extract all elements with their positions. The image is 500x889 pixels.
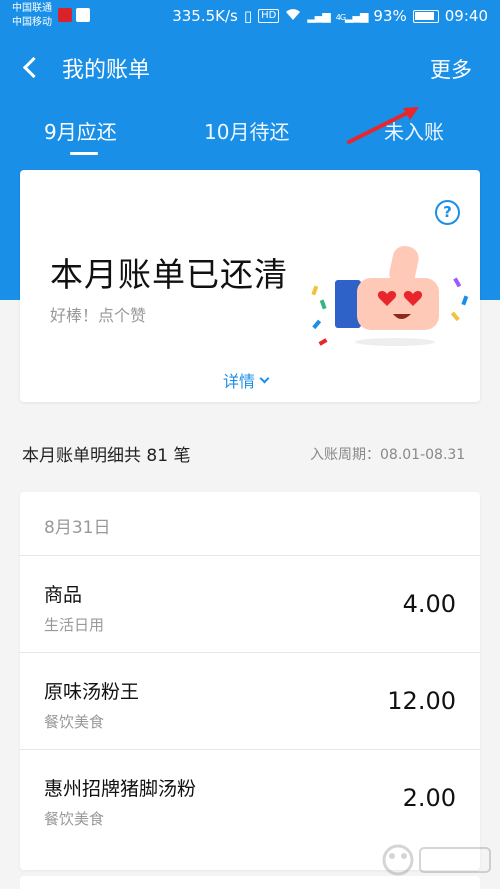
amount: 12.00	[387, 687, 456, 715]
category-label: 餐饮美食	[44, 810, 105, 828]
tab-september-due[interactable]: 9月应还	[44, 116, 117, 145]
category-label: 生活日用	[44, 616, 105, 634]
merchant-name: 惠州招牌猪脚汤粉	[44, 778, 197, 800]
carrier-2: 中国移动	[12, 17, 52, 28]
carrier-info: 中国联通 中国移动	[12, 2, 52, 30]
thumbs-up-emoji-icon	[311, 245, 469, 346]
list-item[interactable]: 惠州招牌猪脚汤粉 餐饮美食 2.00	[20, 750, 480, 847]
more-button[interactable]: 更多	[430, 54, 472, 84]
amount: 4.00	[402, 590, 456, 618]
carrier-1: 中国联通	[12, 3, 52, 14]
merchant-name: 商品	[44, 584, 83, 606]
praise-text: 好棒！点个赞	[50, 306, 147, 325]
clock: 09:40	[444, 7, 488, 25]
app-notification-icon	[58, 8, 72, 22]
signal-icon: ▂▄▆	[307, 9, 330, 23]
hd-icon: HD	[258, 9, 280, 23]
battery-icon	[412, 9, 439, 23]
detail-label: 详情	[223, 372, 256, 391]
list-item[interactable]: 原味汤粉王 餐饮美食 12.00	[20, 653, 480, 750]
status-right: 335.5K/s ▯ HD ▂▄▆ 4G▂▄▆ 93% 09:40	[172, 7, 488, 25]
app-notification-icon	[76, 8, 90, 22]
bill-count: 本月账单明细共 81 笔	[22, 446, 191, 466]
date-label: 8月31日	[44, 518, 111, 538]
chevron-down-icon	[259, 373, 270, 383]
help-circle-icon[interactable]: ?	[435, 200, 460, 225]
detail-toggle[interactable]: 详情	[223, 368, 270, 392]
back-arrow-icon[interactable]	[16, 52, 46, 82]
bill-status-card: ? 本月账单已还清 好棒！点个赞 详情	[20, 170, 480, 402]
page-title: 我的账单	[62, 58, 151, 83]
list-item[interactable]: 商品 生活日用 4.00	[20, 556, 480, 653]
date-header: 8月31日	[20, 492, 480, 556]
transaction-list: 8月31日 商品 生活日用 4.00 原味汤粉王 餐饮美食 12.00 惠州招牌…	[20, 492, 480, 870]
battery-percent: 93%	[373, 7, 407, 25]
signal-4g-icon: 4G▂▄▆	[335, 9, 369, 23]
bill-paid-status: 本月账单已还清	[50, 255, 288, 294]
vibrate-icon: ▯	[243, 7, 253, 25]
status-bar: 中国联通 中国移动 335.5K/s ▯ HD ▂▄▆ 4G▂▄▆ 93% 09…	[0, 0, 500, 34]
category-label: 餐饮美食	[44, 713, 105, 731]
merchant-name: 原味汤粉王	[44, 681, 140, 703]
billing-period: 入账周期：08.01-08.31	[310, 447, 466, 463]
annotation-arrow-icon	[347, 107, 419, 144]
tab-indicator	[70, 152, 98, 155]
baidu-watermark-icon	[382, 844, 491, 876]
network-speed: 335.5K/s	[172, 7, 238, 25]
wifi-icon	[285, 7, 301, 25]
notification-icons	[58, 8, 90, 22]
tab-october-pending[interactable]: 10月待还	[204, 116, 289, 145]
amount: 2.00	[402, 784, 456, 812]
